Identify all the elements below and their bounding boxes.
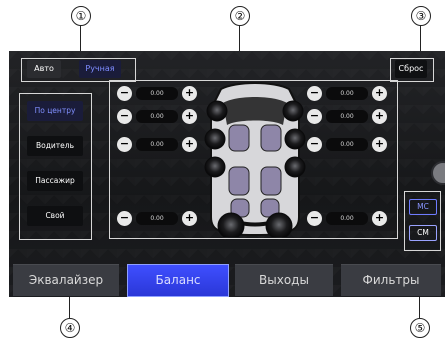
decrease-button[interactable]: − [117,137,132,152]
speaker-fl [206,100,228,122]
callout-4: ④ [60,318,80,338]
tab-outputs[interactable]: Выходы [235,264,333,296]
decrease-button[interactable]: − [117,211,132,226]
unit-cm-button[interactable]: СМ [409,225,437,241]
speaker-ml [204,128,226,150]
tab-filters[interactable]: Фильтры [341,264,441,296]
increase-button[interactable]: + [372,211,387,226]
speaker-rl [204,156,226,178]
speaker-value: 0.00 [136,110,178,123]
callout-1: ① [71,6,91,26]
preset-passenger-button[interactable]: Пассажир [27,171,83,191]
speaker-mr [284,128,306,150]
speaker-control-1: − 0.00 + [117,86,197,101]
speaker-control-6: − 0.00 + [307,109,387,124]
mode-manual-button[interactable]: Ручная [79,60,121,78]
speaker-value: 0.00 [326,110,368,123]
speaker-value: 0.00 [326,138,368,151]
speaker-value: 0.00 [326,87,368,100]
speaker-control-3: − 0.00 + [117,137,197,152]
unit-ms-button[interactable]: МС [409,199,437,215]
increase-button[interactable]: + [182,211,197,226]
speaker-control-4: − 0.00 + [117,211,197,226]
seat-front-left [228,124,250,152]
tab-equalizer[interactable]: Эквалайзер [13,264,119,296]
speaker-br [265,212,293,237]
speaker-control-8: − 0.00 + [307,211,387,226]
preset-center-button[interactable]: По центру [27,101,83,121]
decrease-button[interactable]: − [117,109,132,124]
decrease-button[interactable]: − [307,211,322,226]
callout-5: ⑤ [410,318,430,338]
decrease-button[interactable]: − [307,109,322,124]
tab-balance[interactable]: Баланс [127,264,229,297]
bottom-tabs: Эквалайзер Баланс Выходы Фильтры [9,264,445,297]
preset-custom-button[interactable]: Свой [27,206,83,226]
increase-button[interactable]: + [182,109,197,124]
speaker-fr [282,100,304,122]
car-speaker-diagram [204,82,306,237]
mode-auto-button[interactable]: Авто [27,60,61,78]
preset-driver-button[interactable]: Водитель [27,136,83,156]
increase-button[interactable]: + [182,86,197,101]
increase-button[interactable]: + [372,109,387,124]
speaker-value: 0.00 [326,212,368,225]
decrease-button[interactable]: − [307,137,322,152]
increase-button[interactable]: + [182,137,197,152]
speaker-rr [284,156,306,178]
seat-front-right [260,124,282,152]
speaker-control-2: − 0.00 + [117,109,197,124]
balance-screen: Авто Ручная Сброс По центру Водитель Пас… [9,51,445,297]
callout-3: ③ [411,6,431,26]
speaker-bl [217,212,245,237]
seat-rear-right [260,166,282,196]
increase-button[interactable]: + [372,86,387,101]
reset-button[interactable]: Сброс [395,60,427,78]
decrease-button[interactable]: − [117,86,132,101]
speaker-value: 0.00 [136,138,178,151]
speaker-control-7: − 0.00 + [307,137,387,152]
decrease-button[interactable]: − [307,86,322,101]
speaker-control-5: − 0.00 + [307,86,387,101]
speaker-value: 0.00 [136,212,178,225]
increase-button[interactable]: + [372,137,387,152]
seat-rear-left [228,166,250,196]
side-handle[interactable] [431,161,445,185]
callout-2: ② [230,6,250,26]
speaker-value: 0.00 [136,87,178,100]
